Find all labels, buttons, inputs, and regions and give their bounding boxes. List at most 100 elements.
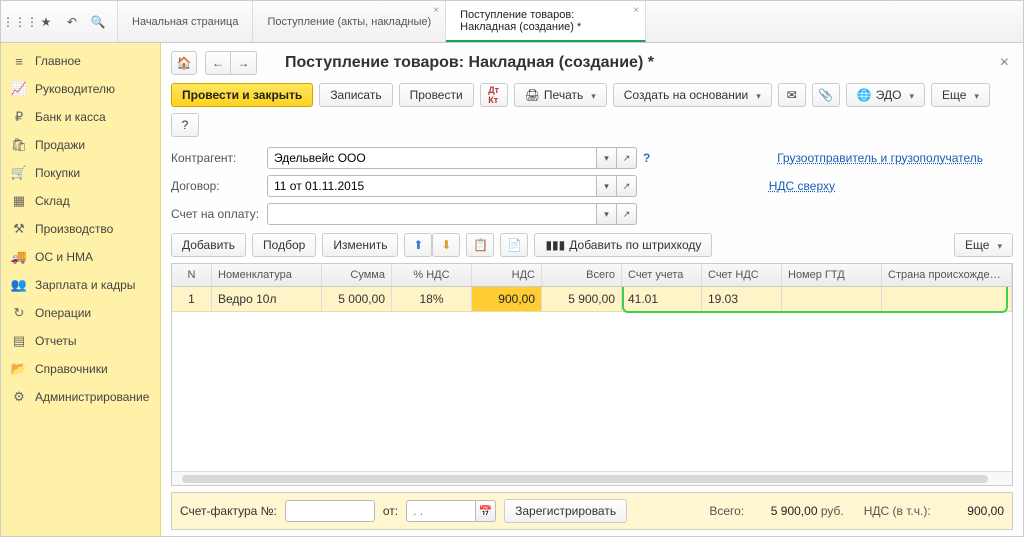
home-button[interactable]: 🏠 <box>171 51 197 75</box>
contragent-help-icon[interactable]: ? <box>643 151 650 165</box>
nds-link[interactable]: НДС сверху <box>769 179 835 193</box>
cell-account[interactable]: 41.01 <box>622 287 702 311</box>
paste-button[interactable]: 📄 <box>500 233 528 257</box>
contragent-input[interactable] <box>267 147 597 169</box>
barcode-button[interactable]: ▮▮▮Добавить по штрихкоду <box>534 233 712 257</box>
th-account[interactable]: Счет учета <box>622 264 702 286</box>
sidebar-item-10[interactable]: ▤Отчеты <box>1 327 160 355</box>
move-down-button[interactable]: ⬇ <box>432 233 460 257</box>
sidebar-item-2[interactable]: ₽Банк и касса <box>1 103 160 131</box>
cell-total[interactable]: 5 900,00 <box>542 287 622 311</box>
contragent-label: Контрагент: <box>171 151 261 165</box>
sidebar-item-6[interactable]: ⚒Производство <box>1 215 160 243</box>
edo-button[interactable]: 🌐ЭДО <box>846 83 925 107</box>
clip-icon: 📎 <box>818 88 833 102</box>
dtkt-button[interactable]: ДтКт <box>480 83 508 107</box>
cell-nds[interactable]: 900,00 <box>472 287 542 311</box>
tab-1[interactable]: Поступление (акты, накладные)× <box>253 1 446 42</box>
save-button[interactable]: Записать <box>319 83 392 107</box>
cell-n[interactable]: 1 <box>172 287 212 311</box>
help-button[interactable]: ? <box>171 113 199 137</box>
sidebar-icon: 👥 <box>11 277 27 293</box>
sf-date-input[interactable] <box>406 500 476 522</box>
currency-label: руб. <box>821 504 844 518</box>
sidebar-item-0[interactable]: ≡Главное <box>1 47 160 75</box>
sidebar-item-7[interactable]: 🚚ОС и НМА <box>1 243 160 271</box>
th-country[interactable]: Страна происхождения <box>882 264 1012 286</box>
contragent-dropdown-button[interactable]: ▾ <box>597 147 617 169</box>
sidebar-item-8[interactable]: 👥Зарплата и кадры <box>1 271 160 299</box>
more-button[interactable]: Еще <box>931 83 990 107</box>
print-button[interactable]: 🖨Печать <box>514 83 607 107</box>
th-sum[interactable]: Сумма <box>322 264 392 286</box>
cell-nomenclature[interactable]: Ведро 10л <box>212 287 322 311</box>
post-button[interactable]: Провести <box>399 83 474 107</box>
sidebar-item-12[interactable]: ⚙Администрирование <box>1 383 160 411</box>
sidebar-icon: ≡ <box>11 53 27 69</box>
invoice-open-button[interactable]: ↗ <box>617 203 637 225</box>
copy-button[interactable]: 📋 <box>466 233 494 257</box>
sidebar-label: Справочники <box>35 362 108 376</box>
invoice-input[interactable] <box>267 203 597 225</box>
tab-2[interactable]: Поступление товаров: Накладная (создание… <box>446 1 646 42</box>
cell-nds-account[interactable]: 19.03 <box>702 287 782 311</box>
nds-label: НДС (в т.ч.): <box>864 504 931 518</box>
invoice-dropdown-button[interactable]: ▾ <box>597 203 617 225</box>
contract-dropdown-button[interactable]: ▾ <box>597 175 617 197</box>
tab-label: Начальная страница <box>132 16 238 28</box>
more-label: Еще <box>942 88 966 102</box>
th-n[interactable]: N <box>172 264 212 286</box>
copy-icon: 📋 <box>473 238 488 252</box>
attach-button[interactable]: 📎 <box>812 83 840 107</box>
sidebar-item-1[interactable]: 📈Руководителю <box>1 75 160 103</box>
sf-number-input[interactable] <box>285 500 375 522</box>
table-more-button[interactable]: Еще <box>954 233 1013 257</box>
cell-gtd[interactable] <box>782 287 882 311</box>
th-nds-account[interactable]: Счет НДС <box>702 264 782 286</box>
th-nomenclature[interactable]: Номенклатура <box>212 264 322 286</box>
th-nds[interactable]: НДС <box>472 264 542 286</box>
sidebar-icon: ▦ <box>11 193 27 209</box>
table-row[interactable]: 1Ведро 10л5 000,0018%900,005 900,0041.01… <box>172 287 1012 312</box>
from-label: от: <box>383 504 398 518</box>
star-icon[interactable]: ★ <box>37 13 55 31</box>
contragent-open-button[interactable]: ↗ <box>617 147 637 169</box>
th-gtd[interactable]: Номер ГТД <box>782 264 882 286</box>
mail-button[interactable]: ✉ <box>778 83 806 107</box>
sidebar-label: Покупки <box>35 166 80 180</box>
sidebar-item-11[interactable]: 📂Справочники <box>1 355 160 383</box>
th-total[interactable]: Всего <box>542 264 622 286</box>
tab-close-icon[interactable]: × <box>633 5 639 16</box>
move-up-button[interactable]: ⬆ <box>404 233 432 257</box>
create-based-on-button[interactable]: Создать на основании <box>613 83 772 107</box>
sidebar-item-4[interactable]: 🛒Покупки <box>1 159 160 187</box>
cell-sum[interactable]: 5 000,00 <box>322 287 392 311</box>
sf-label: Счет-фактура №: <box>180 504 277 518</box>
back-button[interactable]: ← <box>205 51 231 75</box>
post-and-close-button[interactable]: Провести и закрыть <box>171 83 313 107</box>
cell-country[interactable] <box>882 287 1012 311</box>
calendar-button[interactable]: 📅 <box>476 500 496 522</box>
history-icon[interactable]: ↶ <box>63 13 81 31</box>
contract-input[interactable] <box>267 175 597 197</box>
contract-open-button[interactable]: ↗ <box>617 175 637 197</box>
th-nds-pct[interactable]: % НДС <box>392 264 472 286</box>
tab-close-icon[interactable]: × <box>433 5 439 16</box>
search-icon[interactable]: 🔍 <box>89 13 107 31</box>
sidebar-item-3[interactable]: 🛍Продажи <box>1 131 160 159</box>
sidebar-label: Продажи <box>35 138 85 152</box>
horizontal-scrollbar[interactable] <box>172 471 1012 485</box>
forward-button[interactable]: → <box>231 51 257 75</box>
apps-icon[interactable]: ⋮⋮⋮ <box>11 13 29 31</box>
tab-0[interactable]: Начальная страница <box>118 1 253 42</box>
gruz-link[interactable]: Грузоотправитель и грузополучатель <box>777 151 983 165</box>
close-document-button[interactable]: × <box>996 54 1013 72</box>
register-button[interactable]: Зарегистрировать <box>504 499 627 523</box>
table-select-button[interactable]: Подбор <box>252 233 316 257</box>
cell-pct[interactable]: 18% <box>392 287 472 311</box>
table-add-button[interactable]: Добавить <box>171 233 246 257</box>
sidebar-item-5[interactable]: ▦Склад <box>1 187 160 215</box>
sidebar-item-9[interactable]: ↻Операции <box>1 299 160 327</box>
sidebar-label: Производство <box>35 222 113 236</box>
table-edit-button[interactable]: Изменить <box>322 233 398 257</box>
